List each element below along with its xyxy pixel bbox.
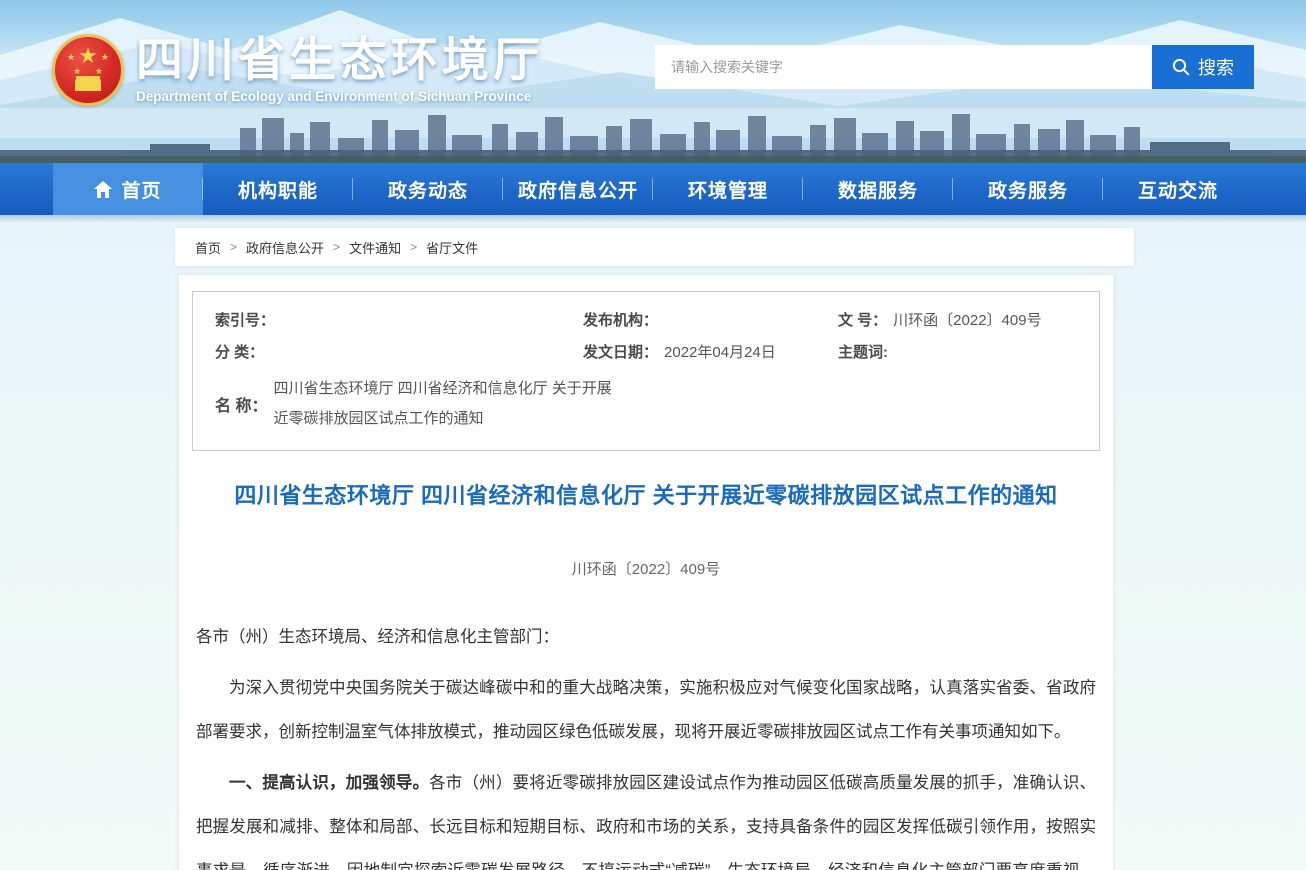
meta-keywords-label: 主题词: <box>838 344 888 361</box>
site-title-cn: 四川省生态环境厅 <box>136 34 544 86</box>
nav-item-data-services[interactable]: 数据服务 <box>803 163 953 215</box>
meta-name: 名 称： 四川省生态环境厅 四川省经济和信息化厅 关于开展近零碳排放园区试点工作… <box>215 374 1099 434</box>
brand-text: 四川省生态环境厅 Department of Ecology and Envir… <box>136 34 544 104</box>
nav-item-label: 环境管理 <box>688 176 768 203</box>
meta-category: 分 类： <box>215 338 583 368</box>
body-paragraph-section1: 一、提高认识，加强领导。各市（州）要将近零碳排放园区建设试点作为推动园区低碳高质… <box>196 761 1096 870</box>
meta-pub-date: 发文日期： 2022年04月24日 <box>583 338 838 368</box>
meta-index-label: 索引号： <box>215 312 275 329</box>
nav-item-label: 机构职能 <box>238 176 318 203</box>
breadcrumb: 首页 > 政府信息公开 > 文件通知 > 省厅文件 <box>195 238 478 257</box>
breadcrumb-separator: > <box>333 240 340 254</box>
meta-publisher: 发布机构： <box>583 306 838 336</box>
breadcrumb-link-gov-info[interactable]: 政府信息公开 <box>246 238 324 257</box>
breadcrumb-link-dept-files[interactable]: 省厅文件 <box>426 238 478 257</box>
meta-keywords: 主题词: <box>838 338 1099 368</box>
home-icon <box>94 181 112 198</box>
search-button[interactable]: 搜索 <box>1152 45 1254 89</box>
emblem-small-star-icon: ★ <box>101 53 109 62</box>
nav-item-label: 政务服务 <box>988 176 1068 203</box>
breadcrumb-separator: > <box>410 240 417 254</box>
breadcrumb-bar: 首页 > 政府信息公开 > 文件通知 > 省厅文件 <box>175 228 1134 266</box>
search-bar: 搜索 <box>655 45 1254 89</box>
emblem-small-star-icon: ★ <box>73 67 81 76</box>
meta-pub-date-value: 2022年04月24日 <box>664 344 776 361</box>
meta-name-value: 四川省生态环境厅 四川省经济和信息化厅 关于开展近零碳排放园区试点工作的通知 <box>273 374 625 434</box>
document-panel: 索引号： 发布机构： 文 号： 川环函〔2022〕409号 分 类： 发文日期： 2… <box>178 274 1114 870</box>
nav-item-org-functions[interactable]: 机构职能 <box>203 163 353 215</box>
nav-item-gov-services[interactable]: 政务服务 <box>953 163 1103 215</box>
nav-item-label: 首页 <box>121 176 161 203</box>
nav-item-gov-info-disclosure[interactable]: 政府信息公开 <box>503 163 653 215</box>
site-title-en: Department of Ecology and Environment of… <box>136 89 544 104</box>
site-banner: ★ ★ ★ ★ ★ 四川省生态环境厅 Department of Ecology… <box>0 0 1306 163</box>
nav-shadow <box>0 215 1306 223</box>
nav-item-label: 数据服务 <box>838 176 918 203</box>
emblem-small-star-icon: ★ <box>95 67 103 76</box>
breadcrumb-link-home[interactable]: 首页 <box>195 238 221 257</box>
nav-item-label: 政务动态 <box>388 176 468 203</box>
meta-doc-no: 文 号： 川环函〔2022〕409号 <box>838 306 1099 336</box>
emblem-star-icon: ★ <box>78 45 98 67</box>
document-number: 川环函〔2022〕409号 <box>192 558 1100 579</box>
nav-item-gov-news[interactable]: 政务动态 <box>353 163 503 215</box>
breadcrumb-separator: > <box>230 240 237 254</box>
nav-item-home[interactable]: 首页 <box>53 163 203 215</box>
search-input[interactable] <box>655 45 1152 89</box>
breadcrumb-link-notices[interactable]: 文件通知 <box>349 238 401 257</box>
meta-doc-no-label: 文 号： <box>838 312 887 329</box>
nav-item-env-management[interactable]: 环境管理 <box>653 163 803 215</box>
search-icon <box>1172 58 1190 76</box>
meta-name-label: 名 称： <box>215 392 267 416</box>
emblem-small-star-icon: ★ <box>67 53 75 62</box>
body-salutation: 各市（州）生态环境局、经济和信息化主管部门： <box>196 615 1096 659</box>
meta-publisher-label: 发布机构： <box>583 312 658 329</box>
nav-item-interaction[interactable]: 互动交流 <box>1103 163 1253 215</box>
nav-item-label: 政府信息公开 <box>518 176 638 203</box>
search-button-label: 搜索 <box>1198 54 1234 80</box>
meta-pub-date-label: 发文日期： <box>583 344 658 361</box>
section1-heading: 一、提高认识，加强领导。 <box>229 774 429 792</box>
meta-category-label: 分 类： <box>215 344 264 361</box>
main-navigation: 首页 机构职能 政务动态 政府信息公开 环境管理 数据服务 政务服务 互动交流 <box>0 163 1306 215</box>
emblem-gate-shape <box>75 79 101 91</box>
nav-item-label: 互动交流 <box>1138 176 1218 203</box>
body-paragraph-intro: 为深入贯彻党中央国务院关于碳达峰碳中和的重大战略决策，实施积极应对气候变化国家战… <box>196 666 1096 754</box>
document-meta-box: 索引号： 发布机构： 文 号： 川环函〔2022〕409号 分 类： 发文日期： 2… <box>192 291 1100 451</box>
document-body: 各市（州）生态环境局、经济和信息化主管部门： 为深入贯彻党中央国务院关于碳达峰碳… <box>192 615 1100 870</box>
meta-doc-no-value: 川环函〔2022〕409号 <box>893 312 1041 329</box>
site-brand: ★ ★ ★ ★ ★ 四川省生态环境厅 Department of Ecology… <box>52 34 544 106</box>
meta-index: 索引号： <box>215 306 583 336</box>
document-title: 四川省生态环境厅 四川省经济和信息化厅 关于开展近零碳排放园区试点工作的通知 <box>192 481 1100 512</box>
national-emblem-logo: ★ ★ ★ ★ ★ <box>52 34 124 106</box>
